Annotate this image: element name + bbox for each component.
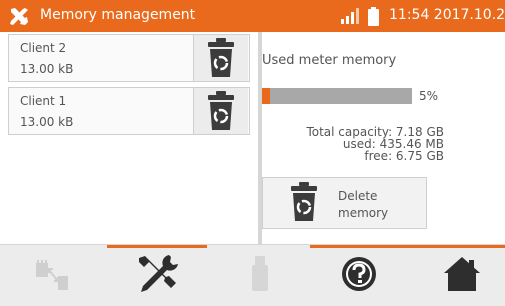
help-icon[interactable] [339, 254, 379, 294]
delete-memory-button[interactable]: Delete memory [262, 177, 427, 229]
client-size: 13.00 kB [20, 115, 74, 129]
bottom-nav [0, 244, 505, 306]
top-bar: Memory management 11:54 2017.10.26 [0, 0, 505, 32]
memory-title: Used meter memory [262, 53, 397, 68]
memory-panel: Used meter memory 5% Total capacity: 7.1… [262, 32, 505, 242]
delete-memory-label: Delete memory [338, 188, 388, 222]
clock: 11:54 2017.10.26 [389, 7, 505, 23]
memory-usage-bar [262, 88, 412, 104]
trash-icon [208, 91, 234, 130]
signal-icon [341, 8, 359, 24]
trash-icon [291, 182, 317, 221]
memory-usage-percent: 5% [419, 89, 439, 103]
delete-client-button[interactable] [193, 35, 248, 81]
delete-memory-label-line1: Delete [338, 189, 378, 203]
memory-stats: Total capacity: 7.18 GB used: 435.46 MB … [262, 126, 444, 162]
client-list: Client 2 13.00 kB Client 1 13.00 kB [0, 32, 255, 242]
tools-icon [10, 8, 28, 25]
tab-indicator [310, 245, 505, 248]
client-row[interactable]: Client 2 13.00 kB [8, 34, 250, 82]
usb-icon[interactable] [240, 254, 280, 294]
trash-icon [208, 38, 234, 77]
tab-indicator [107, 245, 207, 248]
client-name: Client 2 [20, 41, 67, 55]
home-icon[interactable] [442, 254, 482, 294]
memory-usage-fill [262, 88, 270, 104]
data-transfer-icon[interactable] [33, 254, 73, 294]
battery-icon [368, 7, 379, 26]
delete-client-button[interactable] [193, 88, 248, 134]
client-row[interactable]: Client 1 13.00 kB [8, 87, 250, 135]
client-name: Client 1 [20, 94, 67, 108]
page-title: Memory management [40, 7, 196, 23]
client-size: 13.00 kB [20, 62, 74, 76]
delete-memory-label-line2: memory [338, 206, 389, 220]
free-memory: free: 6.75 GB [364, 149, 444, 163]
wrench-screwdriver-icon[interactable] [135, 252, 181, 296]
